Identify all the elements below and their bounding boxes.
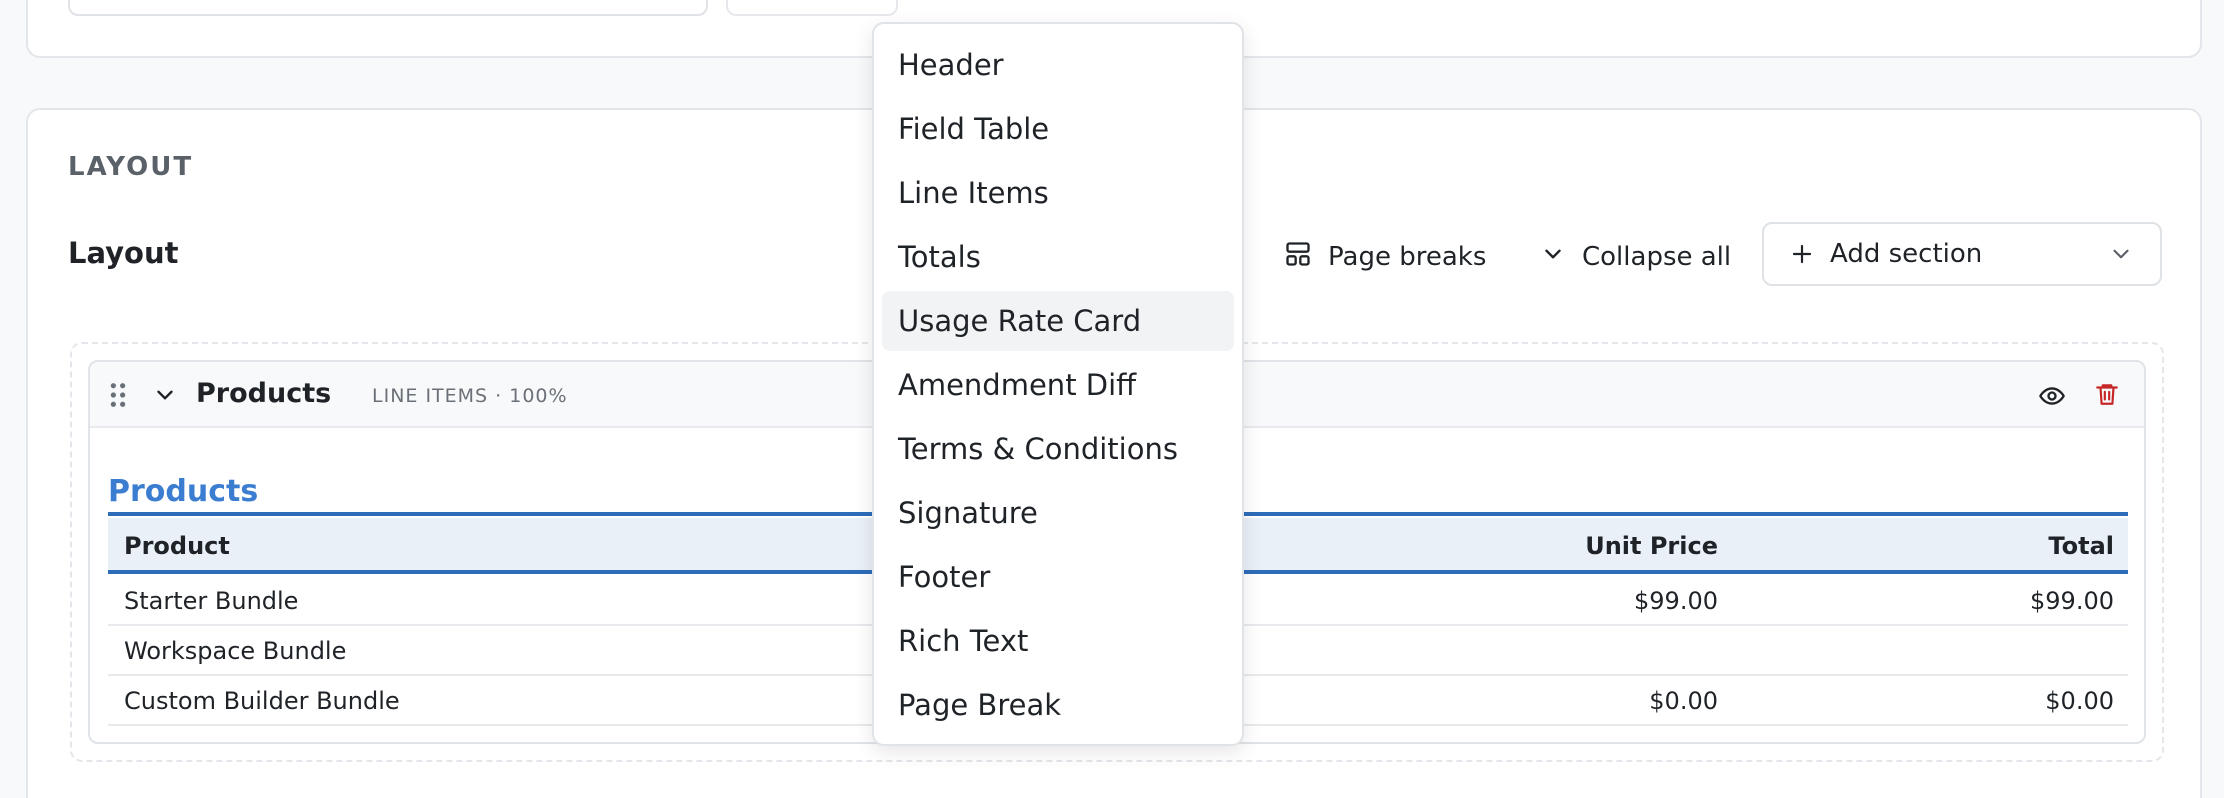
chevron-down-icon xyxy=(2108,241,2134,267)
secondary-button[interactable] xyxy=(726,0,898,16)
cell-product: Workspace Bundle xyxy=(124,637,347,665)
column-header-product: Product xyxy=(124,532,230,560)
cell-unit-price: $0.00 xyxy=(1649,687,1718,715)
menu-item-page-break[interactable]: Page Break xyxy=(882,675,1234,735)
menu-item-amendment-diff[interactable]: Amendment Diff xyxy=(882,355,1234,415)
menu-item-rich-text[interactable]: Rich Text xyxy=(882,611,1234,671)
menu-item-terms-conditions[interactable]: Terms & Conditions xyxy=(882,419,1234,479)
add-section-menu: Header Field Table Line Items Totals Usa… xyxy=(872,22,1244,746)
cell-total: $99.00 xyxy=(2030,587,2114,615)
section-meta: LINE ITEMS · 100% xyxy=(372,385,568,407)
menu-item-usage-rate-card[interactable]: Usage Rate Card xyxy=(882,291,1234,351)
add-section-select[interactable]: Add section xyxy=(1762,222,2162,286)
menu-item-field-table[interactable]: Field Table xyxy=(882,99,1234,159)
section-title: Products xyxy=(196,378,332,409)
add-section-label: Add section xyxy=(1830,239,1983,269)
chevron-down-icon[interactable] xyxy=(152,382,178,412)
page-breaks-button[interactable]: Page breaks xyxy=(1284,226,1486,288)
page-breaks-label: Page breaks xyxy=(1328,242,1487,272)
layout-heading: Layout xyxy=(68,236,179,270)
text-input[interactable] xyxy=(68,0,708,16)
cell-product: Custom Builder Bundle xyxy=(124,687,400,715)
column-header-unit-price: Unit Price xyxy=(1585,532,1718,560)
cell-total: $0.00 xyxy=(2045,687,2114,715)
drag-handle-icon[interactable] xyxy=(108,382,128,412)
eye-icon[interactable] xyxy=(2038,382,2066,414)
menu-item-header[interactable]: Header xyxy=(882,35,1234,95)
trash-icon[interactable] xyxy=(2094,380,2120,412)
chevron-down-icon xyxy=(1540,241,1566,274)
menu-item-signature[interactable]: Signature xyxy=(882,483,1234,543)
menu-item-line-items[interactable]: Line Items xyxy=(882,163,1234,223)
menu-item-totals[interactable]: Totals xyxy=(882,227,1234,287)
section-caption: LAYOUT xyxy=(68,152,194,182)
menu-item-footer[interactable]: Footer xyxy=(882,547,1234,607)
plus-icon xyxy=(1790,242,1814,266)
column-header-total: Total xyxy=(2048,532,2114,560)
collapse-all-button[interactable]: Collapse all xyxy=(1540,226,1731,288)
preview-title: Products xyxy=(108,474,259,509)
collapse-all-label: Collapse all xyxy=(1582,242,1732,272)
cell-unit-price: $99.00 xyxy=(1634,587,1718,615)
cell-product: Starter Bundle xyxy=(124,587,299,615)
page-breaks-icon xyxy=(1284,240,1312,275)
